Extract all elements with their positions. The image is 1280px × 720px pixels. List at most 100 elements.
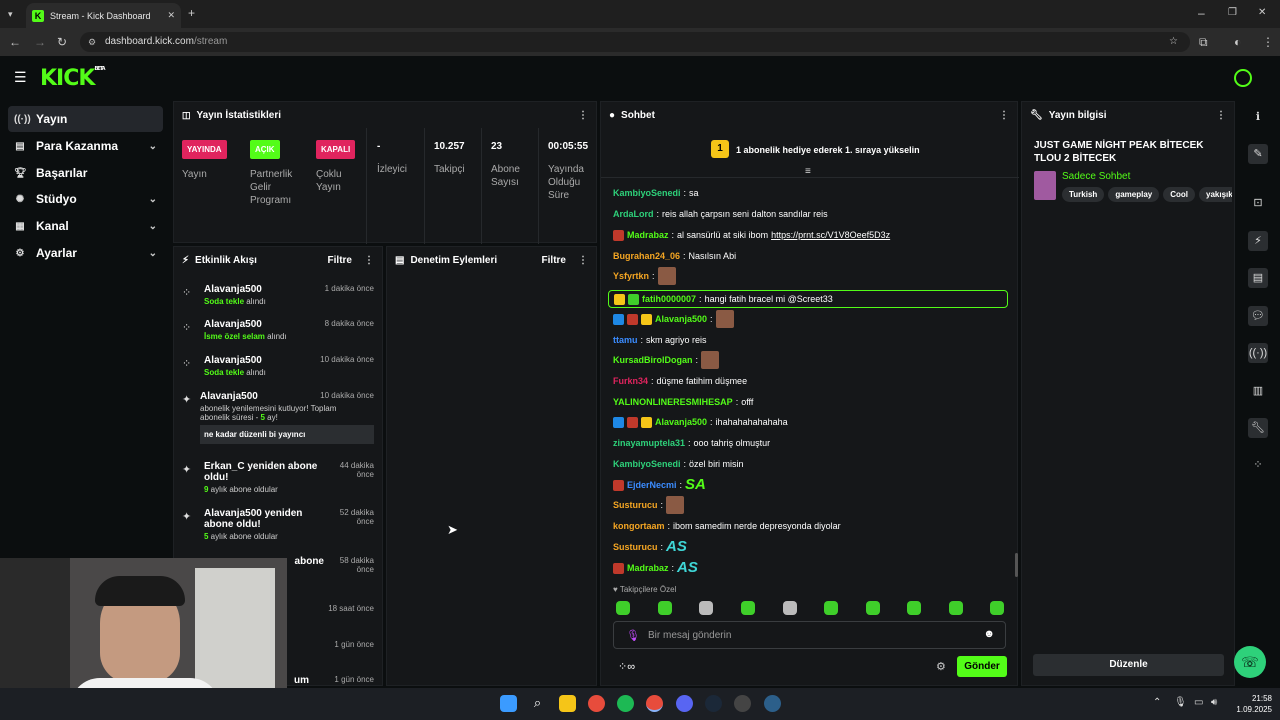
category-thumbnail[interactable]	[1034, 171, 1056, 200]
quick-emote[interactable]	[866, 601, 880, 615]
chat-input[interactable]: 🎙︎ Bir mesaj gönderin ☻	[613, 621, 1006, 649]
obs-icon[interactable]	[734, 695, 751, 712]
close-window-icon[interactable]: ✕	[1258, 6, 1266, 20]
chrome-icon[interactable]	[588, 695, 605, 712]
edit-button[interactable]: Düzenle	[1033, 654, 1224, 676]
chat-username[interactable]: Furkn34	[613, 373, 648, 389]
new-tab-icon[interactable]: +	[188, 6, 195, 20]
forward-icon[interactable]: →	[34, 35, 46, 49]
quick-emote[interactable]	[990, 601, 1004, 615]
emoji-icon[interactable]: ☻	[983, 628, 995, 640]
chat-username[interactable]: EjderNecmi	[627, 477, 677, 493]
microphone-tray-icon[interactable]: 🎙︎	[1174, 697, 1187, 708]
filter-button[interactable]: Filtre	[542, 255, 566, 266]
wrench-icon[interactable]: 🔧︎	[1248, 418, 1268, 438]
spotify-icon[interactable]	[617, 695, 634, 712]
kick-logo[interactable]: KICKBETA	[40, 66, 106, 91]
chat-username[interactable]: Bugrahan24_06	[613, 248, 680, 264]
site-info-icon[interactable]: ⚙	[88, 32, 96, 52]
chat-username[interactable]: Alavanja500	[655, 414, 707, 430]
network-icon[interactable]: ▭	[1194, 697, 1203, 708]
chat-username[interactable]: fatih0000007	[642, 291, 696, 307]
kicks-icon[interactable]: ⁘	[1248, 455, 1268, 475]
bookmark-star-icon[interactable]: ☆	[1169, 32, 1178, 52]
chat-username[interactable]: Susturucu	[613, 497, 658, 513]
chat-username[interactable]: Madrabaz	[627, 560, 669, 576]
quick-emote[interactable]	[824, 601, 838, 615]
chrome-active-icon[interactable]	[646, 695, 663, 712]
url-field[interactable]: ⚙ dashboard.kick.com/stream ☆	[80, 32, 1190, 52]
more-options-icon[interactable]: ⋮	[1216, 110, 1226, 121]
back-icon[interactable]: ←	[9, 35, 21, 49]
target-icon[interactable]: ⊡	[1248, 193, 1268, 213]
document-icon[interactable]: ▤	[1248, 268, 1268, 288]
more-options-icon[interactable]: ⋮	[578, 255, 588, 266]
support-icon[interactable]: ☏	[1234, 646, 1266, 678]
chat-username[interactable]: KursadBirolDogan	[613, 352, 693, 368]
category-link[interactable]: Sadece Sohbet	[1062, 171, 1130, 182]
layout-icon[interactable]: ▥	[1248, 381, 1268, 401]
pencil-icon[interactable]: ✎	[1248, 144, 1268, 164]
chat-username[interactable]: zinayamuptela31	[613, 435, 685, 451]
sidebar-item-kanal[interactable]: ▦ Kanal ⌄	[8, 213, 163, 239]
minimize-icon[interactable]: –	[1198, 6, 1205, 20]
browser-menu-icon[interactable]: ⋮	[1262, 35, 1274, 49]
more-options-icon[interactable]: ⋮	[364, 255, 374, 266]
quick-emote[interactable]	[658, 601, 672, 615]
sidebar-item-ayarlar[interactable]: ⚙ Ayarlar ⌄	[8, 240, 163, 266]
chat-username[interactable]: kongortaam	[613, 518, 665, 534]
app-icon[interactable]	[764, 695, 781, 712]
extensions-icon[interactable]: ⧉	[1199, 35, 1208, 49]
restore-icon[interactable]: ❐	[1228, 6, 1237, 20]
chat-scrollbar[interactable]	[1015, 553, 1018, 577]
tag[interactable]: gameplay	[1108, 187, 1160, 202]
more-options-icon[interactable]: ⋮	[578, 110, 588, 121]
tag[interactable]: yakışık	[1199, 187, 1232, 202]
chat-link[interactable]: https://prnt.sc/V1V8Oeef5D3z	[771, 227, 890, 243]
chat-username[interactable]: ttamu	[613, 332, 638, 348]
quick-emote[interactable]	[783, 601, 797, 615]
tab-search-icon[interactable]: ▾	[8, 7, 13, 21]
sidebar-item-basarilar[interactable]: 🏆︎ Başarılar	[8, 160, 163, 186]
volume-icon[interactable]: 🔊︎	[1211, 697, 1217, 708]
chat-username[interactable]: KambiyoSenedi	[613, 185, 681, 201]
file-explorer-icon[interactable]	[559, 695, 576, 712]
sidebar-item-studyo[interactable]: ✺ Stüdyo ⌄	[8, 186, 163, 212]
collapse-icon[interactable]: ≡	[805, 166, 811, 177]
send-button[interactable]: Gönder	[957, 656, 1007, 677]
chat-username[interactable]: Alavanja500	[655, 311, 707, 327]
more-options-icon[interactable]: ⋮	[999, 110, 1009, 121]
windows-start-icon[interactable]	[500, 695, 517, 712]
quick-emote[interactable]	[616, 601, 630, 615]
chat-username[interactable]: YALINONLINERESMIHESAP	[613, 394, 733, 410]
clock[interactable]: 21:58 1.09.2025	[1232, 693, 1272, 715]
sidebar-item-para-kazanma[interactable]: ▤ Para Kazanma ⌄	[8, 133, 163, 159]
tag[interactable]: Cool	[1163, 187, 1195, 202]
filter-button[interactable]: Filtre	[328, 255, 352, 266]
chat-username[interactable]: Susturucu	[613, 539, 658, 555]
search-icon[interactable]: ⌕	[529, 695, 546, 712]
quick-emote[interactable]	[949, 601, 963, 615]
tray-chevron-icon[interactable]: ⌃	[1153, 697, 1161, 708]
profile-icon[interactable]: ◐	[1234, 35, 1241, 49]
broadcast-icon[interactable]: ((·))	[1248, 343, 1268, 363]
tag[interactable]: Turkish	[1062, 187, 1105, 202]
quick-emote[interactable]	[741, 601, 755, 615]
chat-username[interactable]: ArdaLord	[613, 206, 654, 222]
chat-username[interactable]: Madrabaz	[627, 227, 669, 243]
chat-settings-icon[interactable]: ⚙	[936, 660, 946, 673]
discord-icon[interactable]	[676, 695, 693, 712]
pinned-gift-banner[interactable]: 1 1 abonelik hediye ederek 1. sıraya yük…	[601, 130, 1019, 178]
steam-icon[interactable]	[705, 695, 722, 712]
chat-username[interactable]: KambiyoSenedi	[613, 456, 681, 472]
kicks-icon[interactable]: ⁘∞	[618, 660, 635, 673]
quick-emote[interactable]	[699, 601, 713, 615]
reload-icon[interactable]: ↻	[57, 35, 67, 49]
sidebar-item-yayin[interactable]: ((·)) Yayın	[8, 106, 163, 132]
microphone-icon[interactable]: 🎙︎	[626, 629, 640, 642]
close-tab-icon[interactable]: ✕	[167, 10, 175, 21]
info-icon[interactable]: ℹ︎	[1248, 107, 1268, 127]
chat-icon[interactable]: 💬︎	[1248, 306, 1268, 326]
quick-emote[interactable]	[907, 601, 921, 615]
chat-username[interactable]: Ysfyrtkn	[613, 268, 649, 284]
